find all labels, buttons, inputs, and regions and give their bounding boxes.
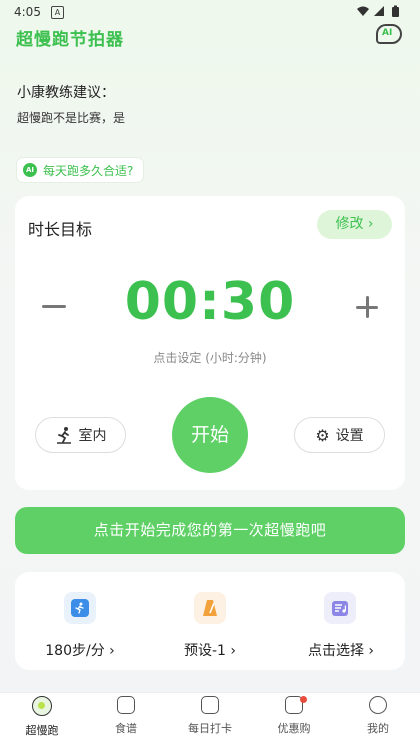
status-time: 4:05 [14, 5, 41, 19]
settings-button[interactable]: ⚙ 设置 [294, 417, 385, 453]
playlist-icon[interactable] [324, 592, 356, 624]
ai-icon-text: AI [382, 28, 393, 38]
coach-advice-text: 超慢跑不是比赛，是 [17, 111, 126, 125]
notification-icon: A [51, 6, 64, 19]
settings-label: 设置 [335, 428, 364, 444]
tab-label: 优惠购 [277, 722, 311, 735]
tab-label: 超慢跑 [25, 724, 59, 737]
edit-button[interactable]: 修改 › [317, 210, 392, 239]
music-select[interactable]: 点击选择 › [286, 640, 396, 660]
increase-button-vertical[interactable] [365, 296, 369, 318]
tab-recipes[interactable]: 食谱 [91, 696, 161, 736]
indoor-label: 室内 [78, 428, 107, 444]
coach-title: 小康教练建议： [17, 85, 115, 101]
question-text: 每天跑多久合适? [43, 163, 134, 178]
start-button[interactable]: 开始 [172, 397, 248, 473]
tab-label: 我的 [367, 722, 389, 735]
tab-profile[interactable]: 我的 [343, 696, 413, 736]
checkin-icon [201, 696, 219, 714]
card-title: 时长目标 [28, 220, 93, 239]
gear-icon: ⚙ [315, 425, 330, 445]
metronome-icon[interactable] [194, 592, 226, 624]
profile-icon [369, 696, 387, 714]
tab-label: 每日打卡 [188, 722, 232, 735]
system-icons [356, 5, 408, 20]
tab-deals[interactable]: 优惠购 [259, 696, 329, 736]
timer-hint: 点击设定 (小时:分钟) [153, 351, 267, 365]
wifi-signal-battery-icon [357, 5, 399, 17]
metronome-preset[interactable]: 预设-1 › [155, 640, 265, 660]
app-title: 超慢跑节拍器 [16, 30, 124, 50]
run-tab-icon [32, 696, 52, 716]
ai-question-chip[interactable]: AI 每天跑多久合适? [17, 158, 144, 182]
ai-badge-icon: AI [23, 163, 37, 177]
ai-chat-icon[interactable]: AI [376, 24, 402, 44]
decrease-button[interactable] [42, 305, 66, 308]
timer-display[interactable]: 00:30 [110, 272, 310, 332]
recipe-icon [117, 696, 135, 714]
indoor-mode-button[interactable]: 室内 [35, 417, 126, 453]
tab-super-slow-run[interactable]: 超慢跑 [7, 696, 77, 738]
notification-dot [300, 696, 307, 703]
treadmill-runner-icon [56, 427, 71, 444]
tab-label: 食谱 [115, 722, 137, 735]
runner-icon[interactable] [64, 592, 96, 624]
cadence-setting[interactable]: 180步/分 › [25, 640, 135, 660]
start-first-run-banner[interactable]: 点击开始完成您的第一次超慢跑吧 [15, 507, 405, 554]
tab-daily-checkin[interactable]: 每日打卡 [175, 696, 245, 736]
